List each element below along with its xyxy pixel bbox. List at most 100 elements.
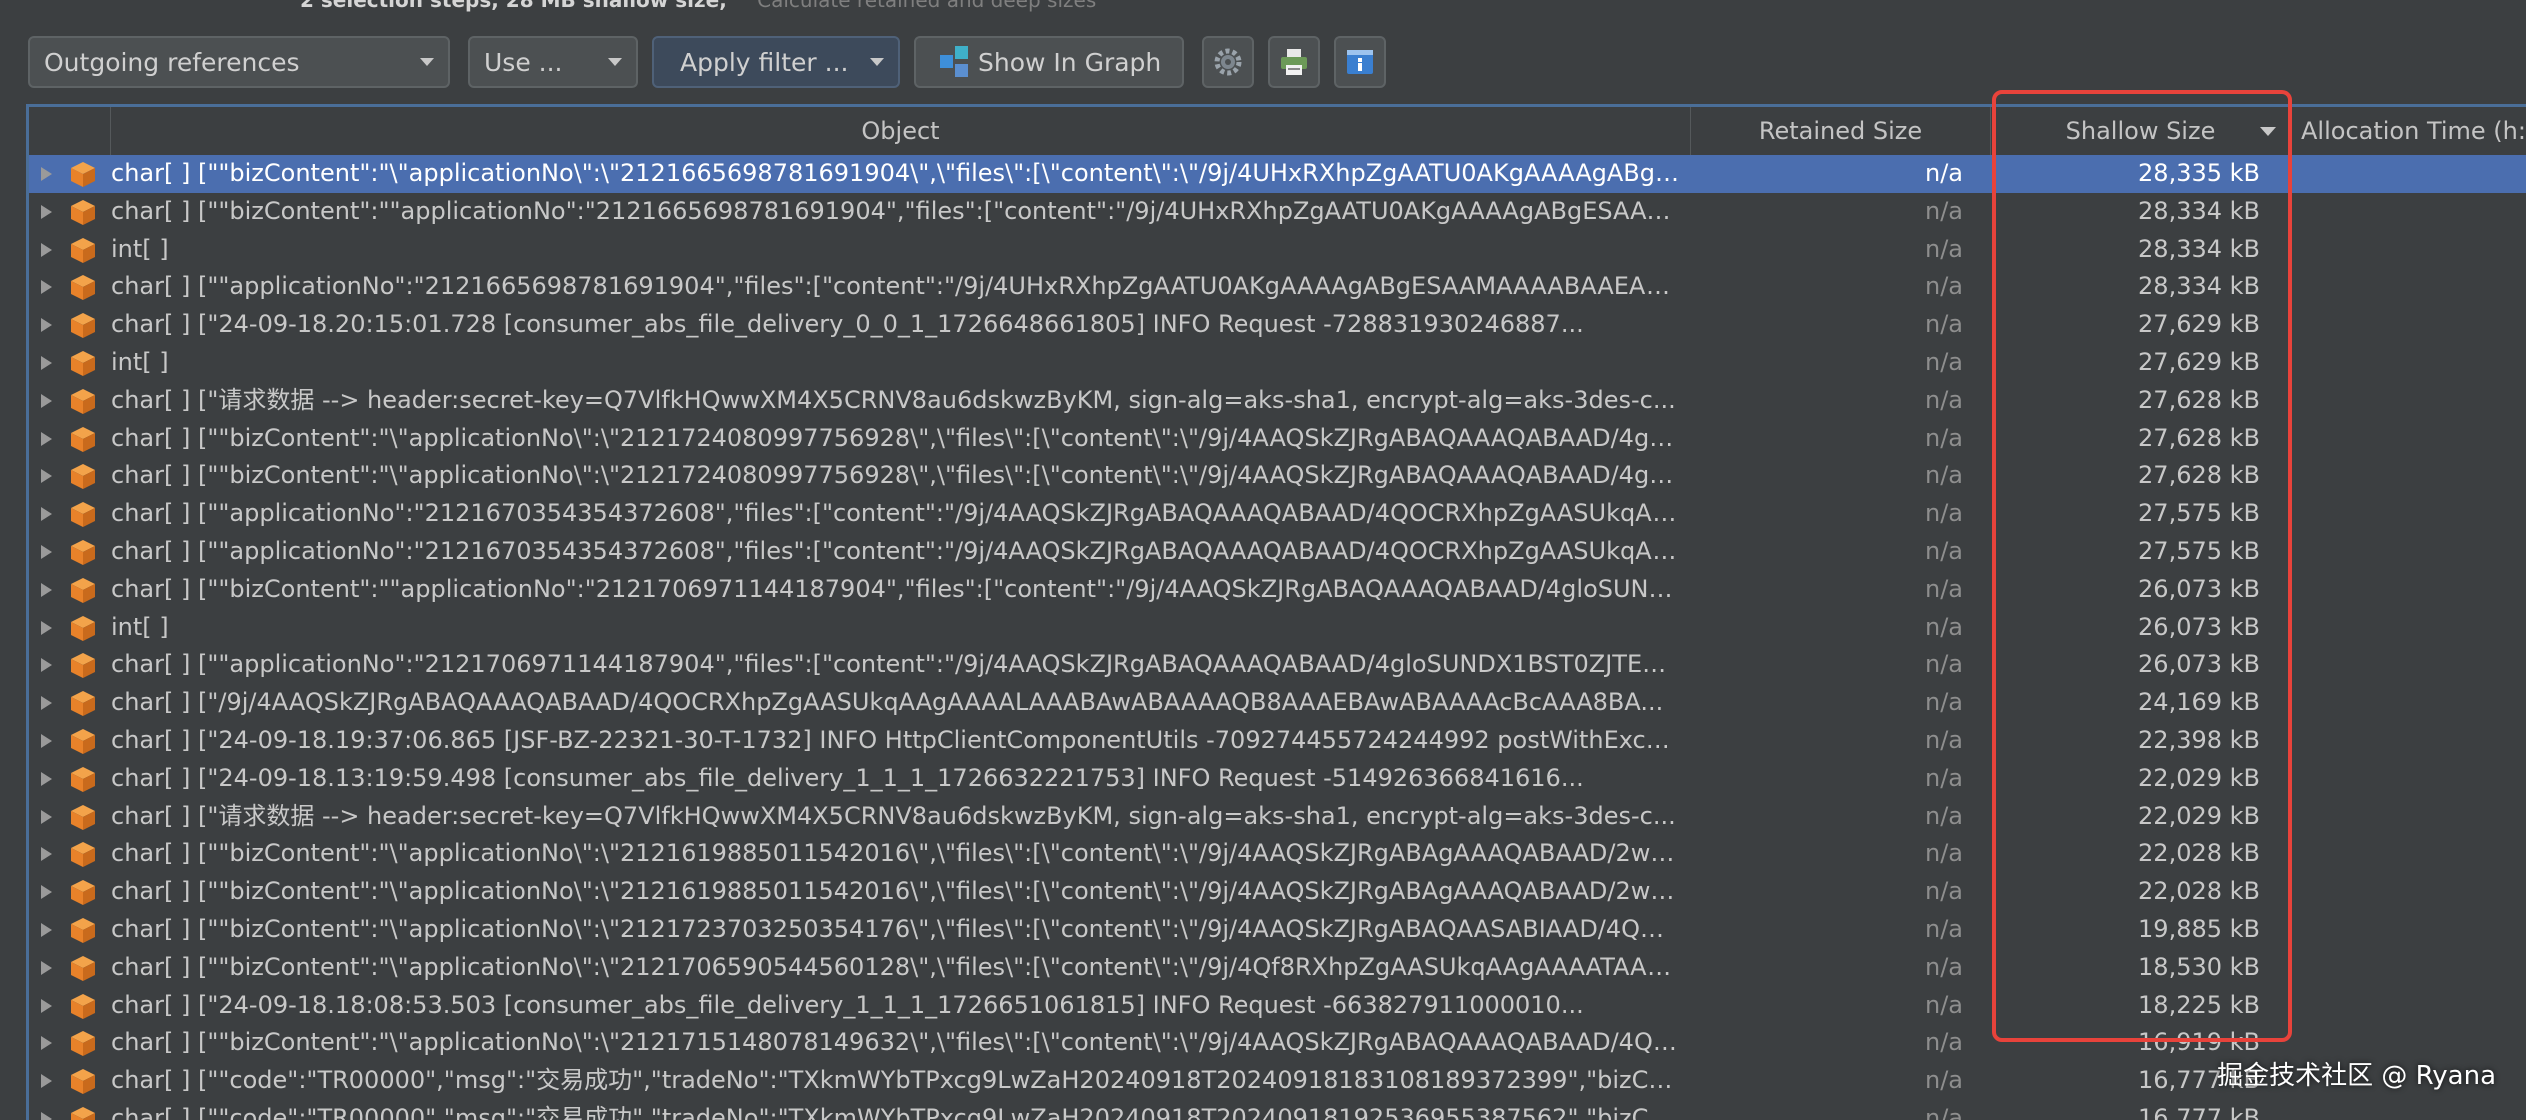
- object-icon: [69, 873, 99, 911]
- use-dropdown[interactable]: Use ...: [468, 36, 638, 88]
- table-row[interactable]: int[ ] n/a 26,073 kB: [29, 609, 2526, 647]
- table-row[interactable]: char[ ] [""applicationNo":"2121670354354…: [29, 495, 2526, 533]
- expand-arrow-icon[interactable]: [37, 722, 57, 760]
- settings-button[interactable]: [1202, 36, 1254, 88]
- object-icon: [69, 382, 99, 420]
- expand-arrow-icon[interactable]: [37, 911, 57, 949]
- expand-arrow-icon[interactable]: [37, 987, 57, 1025]
- table-row[interactable]: char[ ] [""code":"TR00000","msg":"交易成功",…: [29, 1062, 2526, 1100]
- retained-size-cell: n/a: [1924, 385, 1963, 414]
- expand-arrow-icon[interactable]: [37, 949, 57, 987]
- references-dropdown[interactable]: Outgoing references: [28, 36, 450, 88]
- toolbar: Outgoing references Use ... Apply filter…: [28, 36, 2518, 92]
- expand-arrow-icon[interactable]: [37, 646, 57, 684]
- object-icon: [69, 155, 99, 193]
- table-row[interactable]: int[ ] n/a 28,334 kB: [29, 231, 2526, 269]
- shallow-size-cell: 27,628 kB: [2138, 461, 2260, 490]
- object-icon: [69, 457, 99, 495]
- expand-arrow-icon[interactable]: [37, 155, 57, 193]
- expand-arrow-icon[interactable]: [37, 306, 57, 344]
- expand-arrow-icon[interactable]: [37, 760, 57, 798]
- table-row[interactable]: char[ ] ["24-09-18.13:19:59.498 [consume…: [29, 760, 2526, 798]
- table-row[interactable]: char[ ] [""bizContent":"\"applicationNo\…: [29, 457, 2526, 495]
- object-cell: char[ ] [""bizContent":"\"applicationNo\…: [111, 877, 1679, 906]
- print-icon: [1281, 49, 1307, 75]
- retained-size-cell: n/a: [1924, 914, 1963, 943]
- expand-arrow-icon[interactable]: [37, 231, 57, 269]
- expand-arrow-icon[interactable]: [37, 684, 57, 722]
- expand-arrow-icon[interactable]: [37, 495, 57, 533]
- object-cell: char[ ] ["24-09-18.18:08:53.503 [consume…: [111, 990, 1584, 1019]
- shallow-size-cell: 22,029 kB: [2138, 801, 2260, 830]
- retained-size-cell: n/a: [1924, 990, 1963, 1019]
- expand-arrow-icon[interactable]: [37, 1024, 57, 1062]
- object-icon: [69, 571, 99, 609]
- table-row[interactable]: char[ ] [""bizContent":""applicationNo":…: [29, 193, 2526, 231]
- expand-arrow-icon[interactable]: [37, 835, 57, 873]
- show-in-graph-button[interactable]: Show In Graph: [914, 36, 1184, 88]
- shallow-size-cell: 28,334 kB: [2138, 234, 2260, 263]
- info-button[interactable]: [1334, 36, 1386, 88]
- print-button[interactable]: [1268, 36, 1320, 88]
- retained-size-cell: n/a: [1924, 196, 1963, 225]
- expand-arrow-icon[interactable]: [37, 1062, 57, 1100]
- table-row[interactable]: char[ ] ["请求数据 --> header:secret-key=Q7V…: [29, 382, 2526, 420]
- retained-size-cell: n/a: [1924, 347, 1963, 376]
- table-row[interactable]: char[ ] [""bizContent":"\"applicationNo\…: [29, 949, 2526, 987]
- references-dropdown-label: Outgoing references: [44, 47, 300, 77]
- object-icon: [69, 609, 99, 647]
- retained-size-cell: n/a: [1924, 1066, 1963, 1095]
- table-row[interactable]: char[ ] ["24-09-18.20:15:01.728 [consume…: [29, 306, 2526, 344]
- column-header-object[interactable]: Object: [111, 107, 1691, 155]
- expand-arrow-icon[interactable]: [37, 873, 57, 911]
- expand-arrow-icon[interactable]: [37, 571, 57, 609]
- expand-arrow-icon[interactable]: [37, 457, 57, 495]
- expand-arrow-icon[interactable]: [37, 609, 57, 647]
- object-cell: char[ ] [""applicationNo":"2121670354354…: [111, 536, 1679, 565]
- table-row[interactable]: char[ ] [""bizContent":"\"applicationNo\…: [29, 1024, 2526, 1062]
- shallow-size-cell: 26,073 kB: [2138, 574, 2260, 603]
- object-icon: [69, 646, 99, 684]
- table-row[interactable]: char[ ] [""applicationNo":"2121670354354…: [29, 533, 2526, 571]
- expand-arrow-icon[interactable]: [37, 268, 57, 306]
- column-header-retained-size[interactable]: Retained Size: [1691, 107, 1991, 155]
- expand-arrow-icon[interactable]: [37, 382, 57, 420]
- table-row[interactable]: char[ ] ["24-09-18.18:08:53.503 [consume…: [29, 987, 2526, 1025]
- table-row[interactable]: char[ ] [""applicationNo":"2121665698781…: [29, 268, 2526, 306]
- object-icon: [69, 760, 99, 798]
- expand-arrow-icon[interactable]: [37, 420, 57, 458]
- object-cell: char[ ] ["24-09-18.13:19:59.498 [consume…: [111, 763, 1584, 792]
- table-row[interactable]: char[ ] ["24-09-18.19:37:06.865 [JSF-BZ-…: [29, 722, 2526, 760]
- object-icon: [69, 684, 99, 722]
- object-icon: [69, 949, 99, 987]
- table-row[interactable]: char[ ] ["/9j/4AAQSkZJRgABAQAAAQABAAD/4Q…: [29, 684, 2526, 722]
- expand-arrow-icon[interactable]: [37, 193, 57, 231]
- retained-size-cell: n/a: [1924, 536, 1963, 565]
- table-row[interactable]: char[ ] [""applicationNo":"2121706971144…: [29, 646, 2526, 684]
- table-row[interactable]: char[ ] [""bizContent":"\"applicationNo\…: [29, 911, 2526, 949]
- column-header-shallow-size[interactable]: Shallow Size: [1991, 107, 2291, 155]
- table-header: Object Retained Size Shallow Size Alloca…: [29, 107, 2526, 156]
- object-icon: [69, 1100, 99, 1120]
- retained-size-cell: n/a: [1924, 650, 1963, 679]
- object-icon: [69, 987, 99, 1025]
- shallow-size-cell: 28,334 kB: [2138, 272, 2260, 301]
- table-row[interactable]: char[ ] ["请求数据 --> header:secret-key=Q7V…: [29, 798, 2526, 836]
- column-header-allocation-time[interactable]: Allocation Time (h:m: [2291, 107, 2526, 155]
- expand-arrow-icon[interactable]: [37, 533, 57, 571]
- table-row[interactable]: char[ ] [""bizContent":""applicationNo":…: [29, 571, 2526, 609]
- shallow-size-cell: 26,073 kB: [2138, 650, 2260, 679]
- retained-size-cell: n/a: [1924, 1028, 1963, 1057]
- calculate-sizes-link[interactable]: Calculate retained and deep sizes: [757, 0, 1096, 12]
- table-row[interactable]: char[ ] [""bizContent":"\"applicationNo\…: [29, 155, 2526, 193]
- expand-arrow-icon[interactable]: [37, 344, 57, 382]
- expand-arrow-icon[interactable]: [37, 1100, 57, 1120]
- table-row[interactable]: char[ ] [""bizContent":"\"applicationNo\…: [29, 420, 2526, 458]
- table-row[interactable]: int[ ] n/a 27,629 kB: [29, 344, 2526, 382]
- table-row[interactable]: char[ ] [""code":"TR00000","msg":"交易成功",…: [29, 1100, 2526, 1120]
- shallow-size-cell: 27,628 kB: [2138, 385, 2260, 414]
- table-row[interactable]: char[ ] [""bizContent":"\"applicationNo\…: [29, 835, 2526, 873]
- table-row[interactable]: char[ ] [""bizContent":"\"applicationNo\…: [29, 873, 2526, 911]
- expand-arrow-icon[interactable]: [37, 798, 57, 836]
- apply-filter-button[interactable]: Apply filter ...: [652, 36, 900, 88]
